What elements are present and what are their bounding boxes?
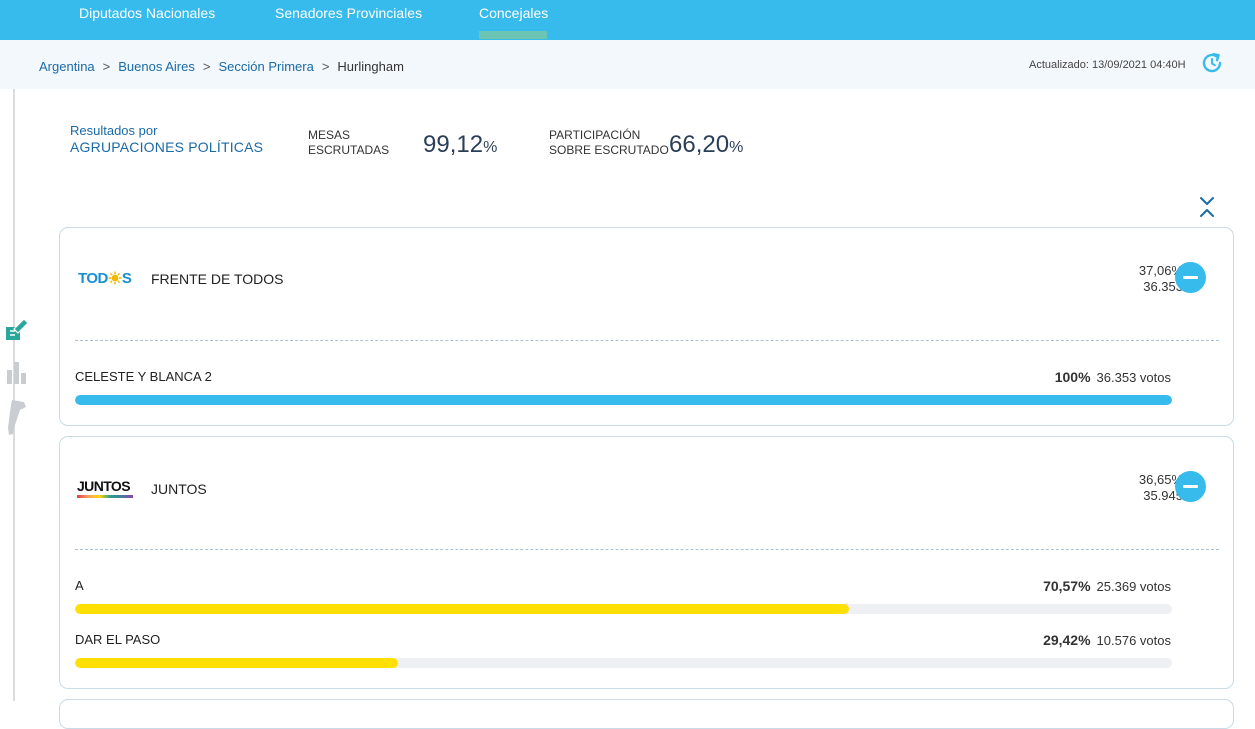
side-rail xyxy=(13,89,15,701)
tab-label: Concejales xyxy=(479,5,549,21)
list-result: 100% 36.353 votos xyxy=(1055,369,1171,385)
tab-label: Diputados Nacionales xyxy=(79,5,216,21)
participacion-number: 66,20 xyxy=(669,131,730,158)
bar-chart-icon[interactable] xyxy=(7,362,27,384)
percent-sign: % xyxy=(729,139,744,156)
party-card-next xyxy=(59,699,1234,729)
active-tab-indicator xyxy=(479,31,547,39)
list-name: CELESTE Y BLANCA 2 xyxy=(75,369,212,384)
mesas-label-line1: MESAS xyxy=(308,128,351,142)
ballot-box-icon[interactable] xyxy=(5,316,29,342)
list-votes: 25.369 votos xyxy=(1096,579,1171,594)
mesas-label-line2: ESCRUTADAS xyxy=(308,143,390,157)
mesas-label: MESAS ESCRUTADAS xyxy=(308,128,389,158)
list-progress-bar xyxy=(75,395,1172,405)
breadcrumb-argentina[interactable]: Argentina xyxy=(39,59,95,74)
tab-label: Senadores Provinciales xyxy=(275,5,423,21)
collapse-party-button[interactable] xyxy=(1175,262,1206,293)
breadcrumb: Argentina > Buenos Aires > Sección Primera > H… xyxy=(39,59,404,74)
breadcrumb-separator: > xyxy=(321,59,330,74)
frente-de-todos-logo: TOD S xyxy=(78,270,132,287)
progress-fill xyxy=(75,395,1172,405)
tab-diputados-nacionales[interactable]: Diputados Nacionales xyxy=(79,5,215,40)
mesas-value: 99,12% xyxy=(423,131,497,159)
breadcrumb-buenos-aires[interactable]: Buenos Aires xyxy=(118,59,195,74)
argentina-map-icon[interactable] xyxy=(6,400,28,436)
participacion-value: 66,20% xyxy=(669,131,743,159)
party-card-frente-de-todos: TOD S FRENTE DE TODOS 37,06% 36.353 CELES… xyxy=(59,227,1234,426)
list-progress-bar xyxy=(75,604,1172,614)
top-nav: Diputados Nacionales Senadores Provincia… xyxy=(0,0,1255,40)
list-name: DAR EL PASO xyxy=(75,632,161,647)
progress-fill xyxy=(75,658,398,668)
participacion-label-line1: PARTICIPACIÓN xyxy=(549,128,641,142)
list-percentage: 70,57% xyxy=(1043,578,1091,594)
list-votes: 36.353 votos xyxy=(1096,370,1171,385)
sun-icon xyxy=(108,271,122,285)
breadcrumb-separator: > xyxy=(202,59,211,74)
mesas-number: 99,12 xyxy=(423,131,484,158)
tab-senadores-provinciales[interactable]: Senadores Provinciales xyxy=(275,5,422,40)
divider xyxy=(75,549,1219,550)
collapse-all-icon[interactable] xyxy=(1197,196,1217,218)
participacion-label: PARTICIPACIÓN SOBRE ESCRUTADO xyxy=(549,128,669,158)
refresh-icon[interactable] xyxy=(1200,51,1224,75)
percent-sign: % xyxy=(483,139,498,156)
list-percentage: 29,42% xyxy=(1043,632,1091,648)
logo-text-part: S xyxy=(121,270,132,287)
divider xyxy=(75,340,1219,341)
tab-concejales[interactable]: Concejales xyxy=(479,5,549,40)
list-result: 29,42% 10.576 votos xyxy=(1043,632,1171,648)
logo-stripe xyxy=(77,495,133,498)
list-progress-bar xyxy=(75,658,1172,668)
results-by-title: AGRUPACIONES POLÍTICAS xyxy=(70,139,264,155)
breadcrumb-current: Hurlingham xyxy=(337,59,404,74)
party-card-juntos: JUNTOS JUNTOS 36,65% 35.945 A 70,57% 25.3… xyxy=(59,436,1234,689)
juntos-logo: JUNTOS xyxy=(77,479,133,498)
progress-fill xyxy=(75,604,850,614)
collapse-party-button[interactable] xyxy=(1175,471,1206,502)
logo-text-part: TOD xyxy=(78,270,108,287)
breadcrumb-seccion-primera[interactable]: Sección Primera xyxy=(218,59,313,74)
updated-timestamp: Actualizado: 13/09/2021 04:40H xyxy=(1029,59,1186,71)
list-votes: 10.576 votos xyxy=(1096,633,1171,648)
list-percentage: 100% xyxy=(1054,369,1091,385)
results-by-label: Resultados por xyxy=(70,123,158,138)
participacion-label-line2: SOBRE ESCRUTADO xyxy=(549,143,669,157)
logo-text: JUNTOS xyxy=(77,478,131,494)
party-name: FRENTE DE TODOS xyxy=(151,271,284,287)
breadcrumb-bar: Argentina > Buenos Aires > Sección Primera > H… xyxy=(0,40,1255,89)
party-name: JUNTOS xyxy=(151,481,207,497)
list-result: 70,57% 25.369 votos xyxy=(1043,578,1171,594)
breadcrumb-separator: > xyxy=(102,59,111,74)
list-name: A xyxy=(75,578,84,593)
